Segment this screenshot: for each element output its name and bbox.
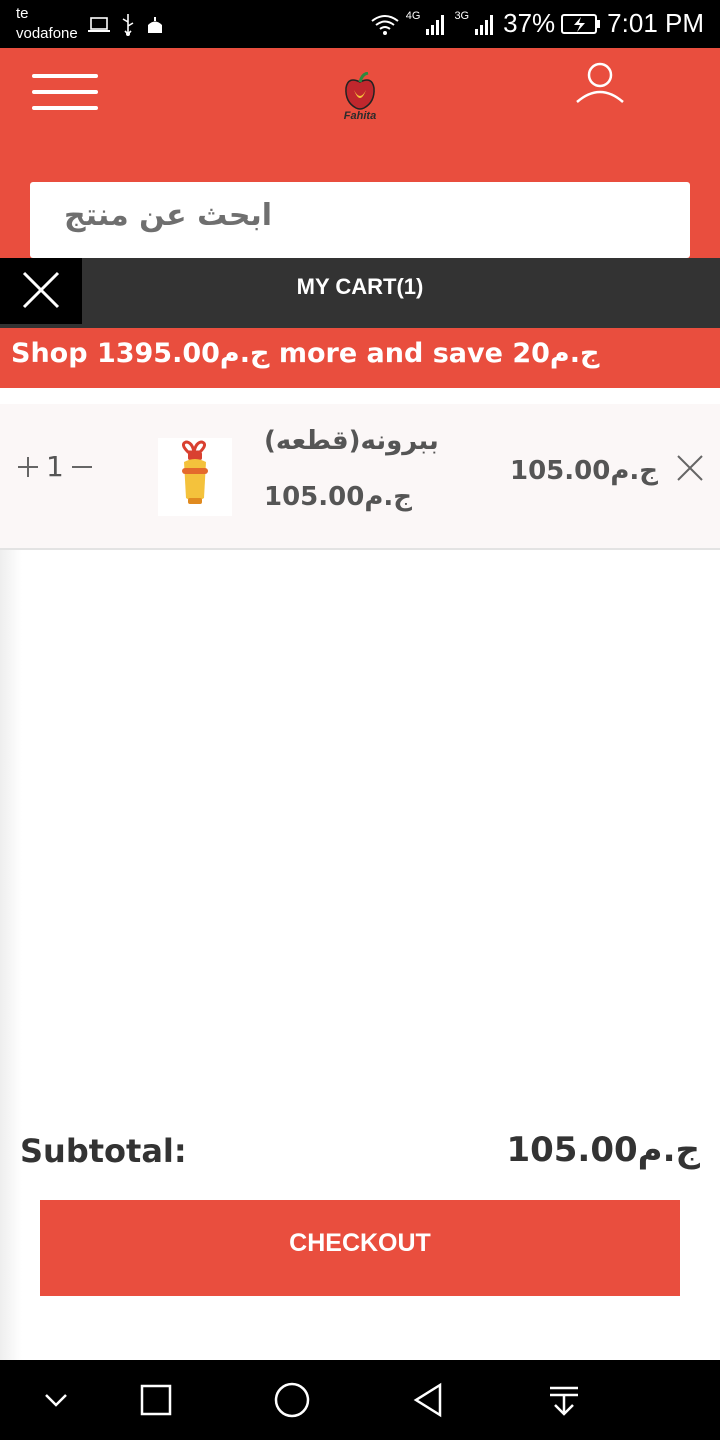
- cart-item: 1 ببرونه(قطعه) 105.00ج.م 105.00ج.م: [0, 404, 720, 550]
- clock: 7:01 PM: [607, 8, 704, 38]
- quantity-value: 1: [46, 450, 64, 483]
- battery-percent: 37%: [503, 8, 556, 38]
- system-nav-bar: [0, 1360, 720, 1440]
- usb-icon: [122, 14, 134, 36]
- brand-logo[interactable]: Fahita: [334, 71, 386, 126]
- increase-button[interactable]: [16, 453, 40, 481]
- menu-line: [32, 74, 98, 78]
- line-total: 105.00ج.م: [510, 456, 659, 486]
- product-image: [181, 440, 208, 504]
- app-header: Fahita ابحث عن منتج: [0, 48, 720, 258]
- menu-line: [32, 90, 98, 94]
- square-icon: [140, 1384, 172, 1416]
- product-name: ببرونه(قطعه): [264, 426, 439, 456]
- triangle-back-icon: [413, 1382, 442, 1418]
- menu-button[interactable]: [32, 74, 98, 110]
- logo-text: Fahita: [343, 110, 377, 122]
- close-icon: [677, 455, 703, 481]
- search-input[interactable]: ابحث عن منتج: [30, 182, 690, 258]
- mosque-icon: [148, 17, 162, 33]
- notifications-button[interactable]: [544, 1380, 584, 1420]
- remove-item-button[interactable]: [676, 454, 704, 482]
- user-icon: [576, 62, 624, 103]
- close-cart-button[interactable]: [0, 258, 82, 324]
- checkout-button[interactable]: CHECKOUT: [40, 1200, 680, 1296]
- carrier-line-1: te: [16, 5, 29, 22]
- plus-icon: [18, 456, 38, 477]
- apple-logo-icon: [345, 71, 375, 110]
- recents-button[interactable]: [136, 1380, 176, 1420]
- back-button[interactable]: [408, 1380, 448, 1420]
- carrier-line-2: vodafone: [16, 25, 78, 42]
- status-right: 4G 3G 37% 7:01 PM: [370, 8, 704, 39]
- decrease-button[interactable]: [70, 453, 94, 481]
- wifi-icon: [371, 14, 399, 35]
- search-placeholder: ابحث عن منتج: [64, 198, 272, 233]
- network-type-1: 4G: [405, 9, 421, 22]
- panel-shadow: [0, 550, 22, 1360]
- close-icon: [22, 271, 60, 309]
- signal-icon: [426, 14, 445, 35]
- notification-icons: [88, 14, 164, 36]
- network-type-2: 3G: [454, 9, 470, 22]
- cart-bar: MY CART(1): [0, 258, 720, 328]
- account-button[interactable]: [574, 62, 626, 106]
- chevron-down-icon: [45, 1394, 67, 1407]
- pull-down-icon: [550, 1386, 578, 1416]
- promo-banner: Shop 1395.00ج.م more and save 20ج.م: [0, 328, 720, 388]
- minus-icon: [71, 465, 92, 468]
- cart-title: MY CART(1): [296, 274, 424, 299]
- home-button[interactable]: [272, 1380, 312, 1420]
- carrier-label: te vodafone: [16, 4, 78, 44]
- hide-nav-button[interactable]: [36, 1380, 76, 1420]
- subtotal-value: 105.00ج.م: [506, 1130, 700, 1170]
- menu-line: [32, 106, 98, 110]
- battery-charging-icon: [561, 13, 601, 34]
- subtotal-label: Subtotal:: [20, 1132, 187, 1170]
- promo-text: Shop 1395.00ج.م more and save 20ج.م: [11, 338, 600, 369]
- unit-price: 105.00ج.م: [264, 482, 413, 512]
- status-bar: te vodafone 4G 3G 37% 7:01 PM: [0, 0, 720, 48]
- circle-icon: [274, 1382, 310, 1418]
- laptop-icon: [88, 17, 110, 32]
- signal-icon-2: [475, 14, 494, 35]
- quantity-stepper: 1: [16, 450, 94, 483]
- product-thumbnail[interactable]: [158, 438, 232, 516]
